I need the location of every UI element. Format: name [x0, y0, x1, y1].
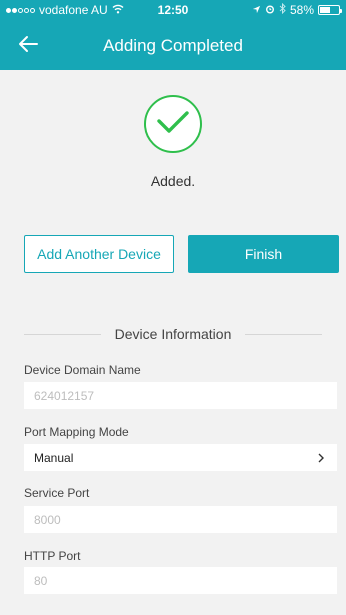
battery-percent: 58% — [289, 3, 314, 17]
service-port-field: 8000 — [24, 506, 337, 533]
status-bar: vodafone AU 12:50 58% — [0, 0, 346, 20]
chevron-right-icon — [317, 450, 325, 466]
result-message: Added. — [150, 173, 196, 189]
domain-name-label: Device Domain Name — [24, 363, 141, 377]
location-icon — [252, 3, 261, 17]
device-information-header: Device Information — [24, 326, 322, 342]
port-mapping-label: Port Mapping Mode — [24, 425, 129, 439]
nav-bar: Adding Completed — [0, 20, 346, 70]
success-badge — [144, 95, 202, 153]
section-title: Device Information — [114, 326, 232, 342]
service-port-label: Service Port — [24, 486, 90, 500]
divider — [24, 333, 101, 335]
http-port-field: 80 — [24, 567, 337, 594]
alarm-icon — [265, 3, 275, 17]
add-another-device-button[interactable]: Add Another Device — [24, 235, 174, 273]
finish-button[interactable]: Finish — [188, 235, 339, 273]
screen: vodafone AU 12:50 58% Adding Completed A… — [0, 0, 346, 615]
port-mapping-select[interactable]: Manual — [24, 444, 337, 471]
battery-icon — [318, 5, 342, 15]
header: vodafone AU 12:50 58% Adding Completed — [0, 0, 346, 70]
http-port-label: HTTP Port — [24, 549, 81, 563]
bluetooth-icon — [279, 2, 286, 17]
status-right: 58% — [252, 2, 342, 17]
checkmark-icon — [156, 109, 190, 140]
page-title: Adding Completed — [103, 36, 243, 55]
domain-name-field: 624012157 — [24, 382, 337, 409]
port-mapping-value: Manual — [34, 450, 74, 465]
divider — [245, 333, 322, 335]
